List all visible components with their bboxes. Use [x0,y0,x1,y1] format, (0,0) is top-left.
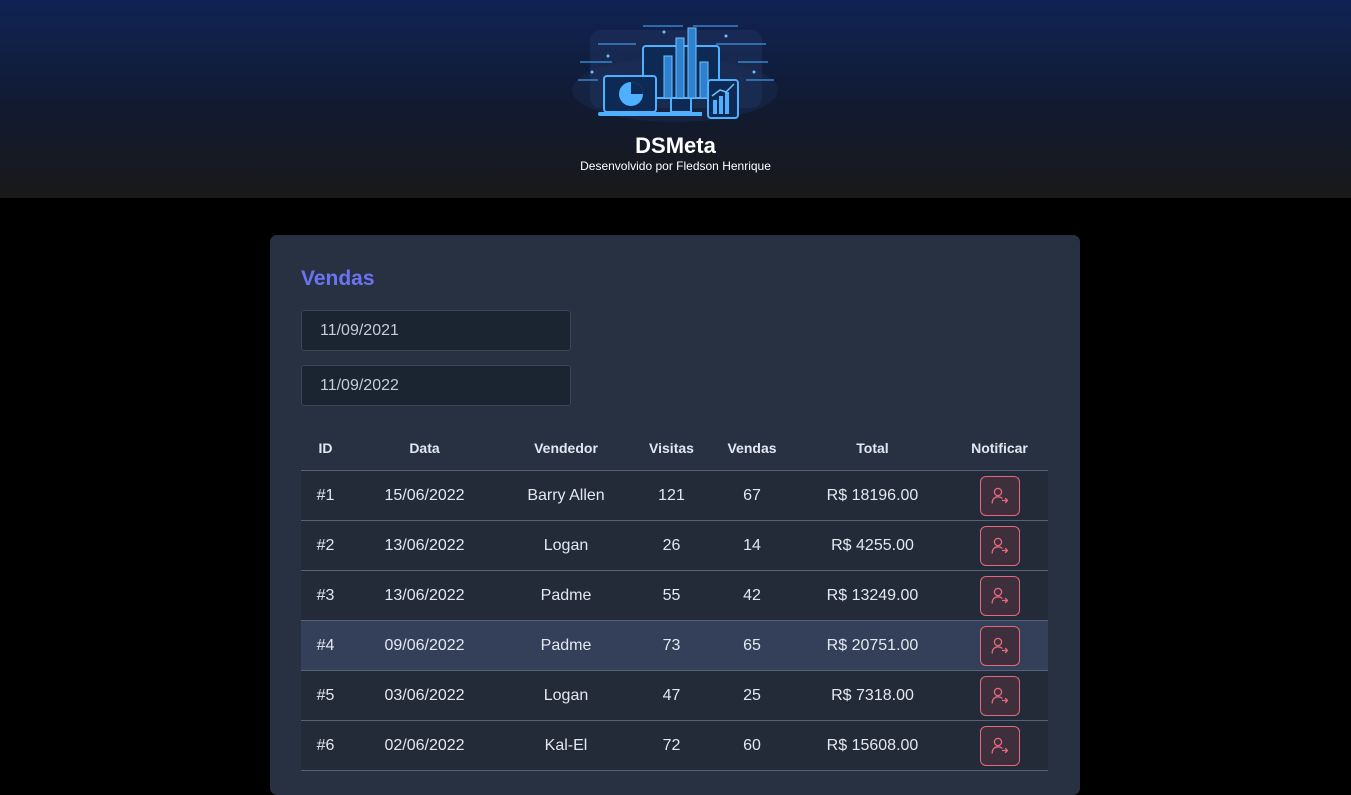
cell-notify [951,670,1048,721]
cell-id: #2 [301,520,350,571]
cell-sales: 60 [710,720,794,771]
cell-date: 03/06/2022 [350,670,499,721]
cell-seller: Logan [499,670,633,721]
notify-button[interactable] [979,525,1020,566]
cell-id: #4 [301,620,350,671]
sales-table: ID Data Vendedor Visitas Vendas Total No… [301,426,1048,771]
cell-visits: 47 [633,670,710,721]
cell-id: #3 [301,570,350,621]
cell-sales: 67 [710,470,794,521]
notify-button[interactable] [979,675,1020,716]
notify-user-icon [991,587,1008,604]
cell-total: R$ 4255.00 [794,520,951,571]
sales-table-header: ID Data Vendedor Visitas Vendas Total No… [301,426,1048,471]
table-row: #1 15/06/2022 Barry Allen 121 67 R$ 18196.00 [301,470,1048,521]
notify-user-icon [991,637,1008,654]
table-row: #6 02/06/2022 Kal-El 72 60 R$ 15608.00 [301,720,1048,771]
column-header-id: ID [301,426,350,471]
cell-sales: 65 [710,620,794,671]
cell-date: 09/06/2022 [350,620,499,671]
sales-table-body: #1 15/06/2022 Barry Allen 121 67 R$ 18196.00 #… [301,470,1048,771]
notify-button[interactable] [979,475,1020,516]
table-row: #4 09/06/2022 Padme 73 65 R$ 20751.00 [301,620,1048,671]
cell-total: R$ 18196.00 [794,470,951,521]
cell-total: R$ 15608.00 [794,720,951,771]
sales-title: Vendas [301,267,375,290]
column-header-total: Total [794,426,951,471]
cell-visits: 121 [633,470,710,521]
cell-sales: 42 [710,570,794,621]
cell-visits: 26 [633,520,710,571]
notify-user-icon [991,737,1008,754]
table-row: #2 13/06/2022 Logan 26 14 R$ 4255.00 [301,520,1048,571]
cell-visits: 55 [633,570,710,621]
table-row: #5 03/06/2022 Logan 47 25 R$ 7318.00 [301,670,1048,721]
cell-notify [951,620,1048,671]
cell-total: R$ 7318.00 [794,670,951,721]
cell-notify [951,470,1048,521]
cell-seller: Barry Allen [499,470,633,521]
cell-notify [951,720,1048,771]
cell-date: 15/06/2022 [350,470,499,521]
cell-visits: 72 [633,720,710,771]
cell-notify [951,570,1048,621]
cell-seller: Kal-El [499,720,633,771]
cell-visits: 73 [633,620,710,671]
notify-button[interactable] [979,575,1020,616]
sales-card: Vendas ID Data Vendedor Visitas Vendas T… [270,235,1080,795]
cell-date: 13/06/2022 [350,570,499,621]
app-subtitle: Desenvolvido por Fledson Henrique [580,159,771,173]
cell-seller: Logan [499,520,633,571]
cell-id: #5 [301,670,350,721]
app-title: DSMeta [635,133,716,158]
column-header-notify: Notificar [951,426,1048,471]
cell-total: R$ 13249.00 [794,570,951,621]
column-header-date: Data [350,426,499,471]
min-date-input[interactable] [301,310,571,351]
notify-user-icon [991,537,1008,554]
cell-seller: Padme [499,570,633,621]
notify-user-icon [991,687,1008,704]
cell-total: R$ 20751.00 [794,620,951,671]
cell-date: 13/06/2022 [350,520,499,571]
dashboard-devices-illustration-icon [572,25,778,122]
column-header-sales: Vendas [710,426,794,471]
cell-id: #6 [301,720,350,771]
cell-seller: Padme [499,620,633,671]
cell-date: 02/06/2022 [350,720,499,771]
notify-button[interactable] [979,725,1020,766]
cell-id: #1 [301,470,350,521]
table-row: #3 13/06/2022 Padme 55 42 R$ 13249.00 [301,570,1048,621]
cell-notify [951,520,1048,571]
cell-sales: 25 [710,670,794,721]
column-header-visits: Visitas [633,426,710,471]
page-header: DSMeta Desenvolvido por Fledson Henrique [0,0,1351,198]
notify-user-icon [991,487,1008,504]
notify-button[interactable] [979,625,1020,666]
cell-sales: 14 [710,520,794,571]
column-header-seller: Vendedor [499,426,633,471]
max-date-input[interactable] [301,365,571,406]
header-row: ID Data Vendedor Visitas Vendas Total No… [301,426,1048,471]
